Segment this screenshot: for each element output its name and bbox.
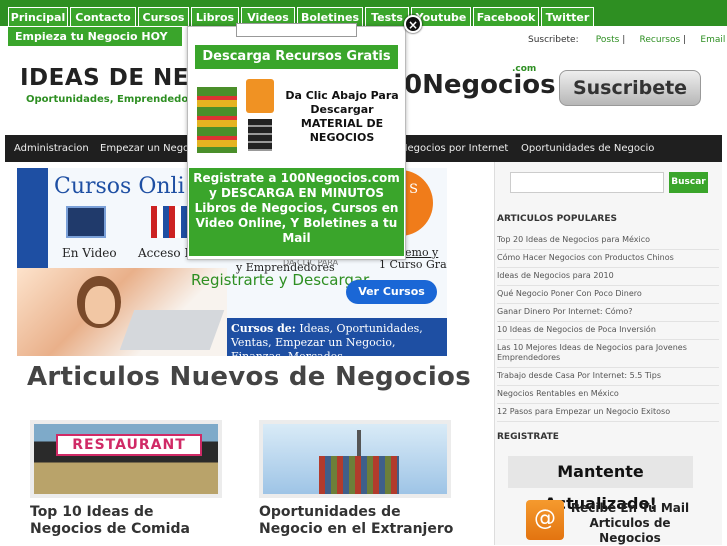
cargo-ship-photo xyxy=(263,424,447,494)
banner-cursos-de: Cursos de: Ideas, Oportunidades, Ventas,… xyxy=(227,318,447,356)
search-button[interactable]: Buscar xyxy=(669,172,708,193)
subscribe-sep: | xyxy=(683,35,687,45)
restaurant-sign: RESTAURANT xyxy=(56,434,202,456)
popup-top-field[interactable] xyxy=(236,23,357,37)
page-title: Articulos Nuevos de Negocios xyxy=(27,362,471,392)
cta-empieza-negocio[interactable]: Empieza tu Negocio HOY xyxy=(8,27,182,46)
banner-cursos-title: Cursos Onli xyxy=(54,174,185,199)
nav-principal[interactable]: Principal xyxy=(8,7,68,26)
brand-suffix: .com xyxy=(512,64,537,74)
subscribe-sep: | xyxy=(622,35,626,45)
subscribe-links: Suscribete: Posts | Recursos | Email xyxy=(528,35,725,45)
nav-contacto[interactable]: Contacto xyxy=(70,7,136,26)
popular-articles-title: ARTICULOS POPULARES xyxy=(497,214,617,224)
popup-register-box[interactable]: Registrate a 100Negocios.com y DESCARGA … xyxy=(189,168,404,256)
nav-libros[interactable]: Libros xyxy=(191,7,239,26)
site-title[interactable]: IDEAS DE NEG xyxy=(20,65,208,91)
mantente-actualizado-banner[interactable]: Mantente Actualizado! xyxy=(508,456,693,513)
photo-laptop xyxy=(119,310,225,350)
article-title[interactable]: Top 10 Ideas de Negocios de Comida xyxy=(30,504,230,538)
popular-article-link[interactable]: Las 10 Mejores Ideas de Negocios para Jo… xyxy=(497,340,719,368)
books-icon xyxy=(197,87,237,153)
register-title: REGISTRATE xyxy=(497,432,559,442)
containers-shape xyxy=(319,456,399,494)
popular-article-link[interactable]: 10 Ideas de Negocios de Poca Inversión xyxy=(497,322,719,340)
article-card-image[interactable] xyxy=(259,420,451,498)
nav-cursos[interactable]: Cursos xyxy=(138,7,189,26)
popup-header: Descarga Recursos Gratis xyxy=(195,45,398,69)
search-input[interactable] xyxy=(510,172,664,193)
suscribete-button[interactable]: Suscribete xyxy=(559,70,701,106)
article-title[interactable]: Oportunidades de Negocio en el Extranjer… xyxy=(259,504,459,538)
popular-article-link[interactable]: Top 20 Ideas de Negocios para México xyxy=(497,232,719,250)
popular-article-link[interactable]: Cómo Hacer Negocios con Productos Chinos xyxy=(497,250,719,268)
download-popup[interactable]: Descarga Recursos Gratis Da Clic Abajo P… xyxy=(187,23,406,260)
video-thumbnail-icon xyxy=(66,206,106,238)
restaurant-photo: RESTAURANT xyxy=(34,424,218,494)
catnav-administracion[interactable]: Administracion xyxy=(14,143,89,154)
email-envelope-icon xyxy=(246,79,274,113)
brand-name: 0Negocios xyxy=(404,70,556,100)
popular-article-link[interactable]: Negocios Rentables en México xyxy=(497,386,719,404)
popular-article-link[interactable]: Trabajo desde Casa Por Internet: 5.5 Tip… xyxy=(497,368,719,386)
popular-article-link[interactable]: 12 Pasos para Empezar un Negocio Exitoso xyxy=(497,404,719,422)
nav-twitter[interactable]: Twitter xyxy=(541,7,594,26)
ver-cursos-button[interactable]: Ver Cursos xyxy=(346,280,437,304)
catnav-oportunidades[interactable]: Oportunidades de Negocio xyxy=(521,143,654,154)
popular-article-link[interactable]: Qué Negocio Poner Con Poco Dinero xyxy=(497,286,719,304)
catnav-negocios-internet[interactable]: Negocios por Internet xyxy=(400,143,508,154)
site-tagline: Oportunidades, Emprendedores xyxy=(26,94,206,105)
subscribe-posts-link[interactable]: Posts xyxy=(596,35,620,45)
banner-registrarte: Registrarte y Descargar xyxy=(191,271,370,289)
banner-cursos-de-label: Cursos de: xyxy=(231,322,296,335)
nav-facebook[interactable]: Facebook xyxy=(473,7,539,26)
close-icon[interactable]: × xyxy=(404,15,422,33)
popup-description: Da Clic Abajo Para Descargar MATERIAL DE… xyxy=(285,89,399,144)
banner-en-video: En Video xyxy=(62,246,117,260)
subscribe-recursos-link[interactable]: Recursos xyxy=(640,35,681,45)
popular-articles-list: Top 20 Ideas de Negocios para México Cóm… xyxy=(497,232,719,422)
crane-shape xyxy=(357,430,361,458)
top-nav-bar: Principal Contacto Cursos Libros Videos … xyxy=(0,0,727,26)
flags-icon xyxy=(151,206,187,238)
banner-blue-bar xyxy=(17,168,48,268)
brand-logo[interactable]: 0Negocios .com xyxy=(404,64,556,100)
email-icon: @ xyxy=(526,500,564,540)
subscribe-label: Suscribete: xyxy=(528,35,579,45)
subscribe-email-link[interactable]: Email xyxy=(700,35,725,45)
article-card-image[interactable]: RESTAURANT xyxy=(30,420,222,498)
photo-face xyxy=(85,286,115,324)
recibe-articulos-text: Recibe En Tu Mail Articulos de Negocios xyxy=(570,501,690,545)
popular-article-link[interactable]: Ideas de Negocios para 2010 xyxy=(497,268,719,286)
popular-article-link[interactable]: Ganar Dinero Por Internet: Cómo? xyxy=(497,304,719,322)
film-strip-icon xyxy=(248,119,272,151)
nav-tests[interactable]: Tests xyxy=(365,7,409,26)
